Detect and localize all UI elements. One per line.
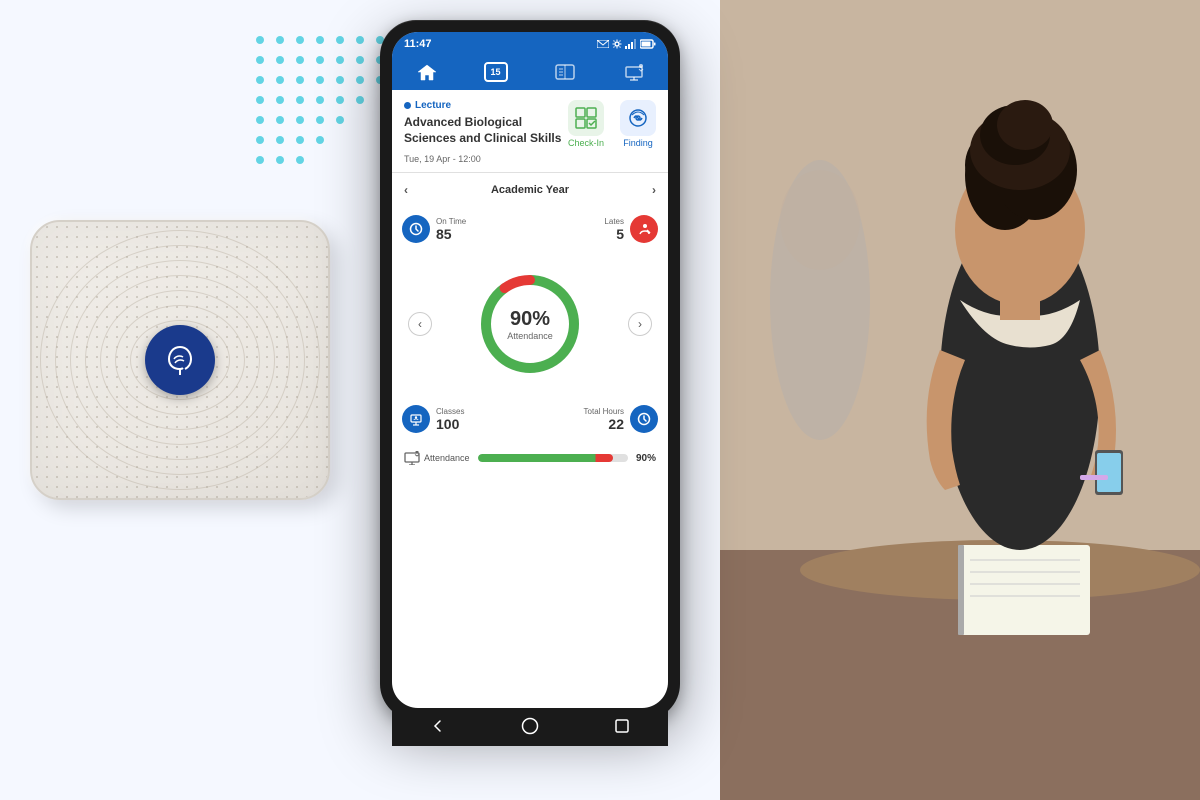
donut-prev[interactable]: ‹ — [408, 312, 432, 336]
on-time-label: On Time — [436, 217, 466, 226]
stat-on-time: On Time 85 — [392, 207, 529, 251]
lecture-title: Advanced Biological Sciences and Clinica… — [404, 115, 568, 146]
finding-icon-wrap — [620, 100, 656, 136]
recents-button[interactable] — [612, 716, 632, 736]
status-time: 11:47 — [404, 38, 432, 50]
donut-label: Attendance — [507, 331, 553, 341]
hours-icon — [630, 405, 658, 433]
donut-chart: 90% Attendance — [475, 269, 585, 379]
donut-percent: 90% — [507, 308, 553, 331]
calendar-badge: 15 — [484, 62, 508, 82]
hours-value: 22 — [584, 416, 624, 432]
progress-section: Attendance 90% — [392, 443, 668, 473]
on-time-icon — [402, 215, 430, 243]
stat-hours: Total Hours 22 — [531, 397, 668, 441]
stat-classes: Classes 100 — [392, 397, 529, 441]
home-button[interactable] — [520, 716, 540, 736]
progress-fill — [478, 454, 613, 462]
finding-button[interactable]: Finding — [620, 100, 656, 148]
phone-bottom-bar — [392, 708, 668, 746]
status-icons — [597, 39, 656, 49]
status-bar: 11:47 — [392, 32, 668, 54]
year-label: Academic Year — [491, 184, 569, 196]
lates-icon — [630, 215, 658, 243]
lates-value: 5 — [604, 226, 624, 242]
lates-label: Lates — [604, 217, 624, 226]
lecture-header: Lecture Advanced Biological Sciences and… — [392, 90, 668, 173]
progress-text: Attendance — [424, 453, 470, 463]
bottom-stats: Classes 100 Total Hours 22 — [392, 397, 668, 441]
classes-icon — [402, 405, 430, 433]
lecture-dot — [404, 102, 411, 109]
lecture-actions: Check-In — [568, 100, 656, 148]
phone-mockup: 11:47 — [380, 20, 680, 720]
stats-row: On Time 85 Lates 5 — [392, 207, 668, 251]
year-nav: ‹ Academic Year › — [392, 175, 668, 205]
nav-home[interactable] — [415, 62, 439, 82]
checkin-label: Check-In — [568, 138, 604, 148]
year-next[interactable]: › — [652, 183, 656, 197]
lecture-type-label: Lecture — [415, 100, 451, 111]
stat-lates: Lates 5 — [531, 207, 668, 251]
student-photo — [720, 0, 1200, 800]
year-prev[interactable]: ‹ — [404, 183, 408, 197]
lecture-date: Tue, 19 Apr - 12:00 — [404, 150, 568, 164]
classes-value: 100 — [436, 416, 464, 432]
classes-label: Classes — [436, 407, 464, 416]
nav-book[interactable] — [553, 62, 577, 82]
iot-device — [30, 220, 350, 520]
progress-bar — [478, 454, 628, 462]
lecture-type: Lecture — [404, 100, 568, 111]
donut-next[interactable]: › — [628, 312, 652, 336]
hours-label: Total Hours — [584, 407, 624, 416]
progress-label: Attendance — [404, 451, 470, 465]
background: 11:47 — [0, 0, 1200, 800]
on-time-value: 85 — [436, 226, 466, 242]
progress-percent: 90% — [636, 453, 656, 464]
donut-section: ‹ 90% Attendance — [392, 253, 668, 395]
nav-class[interactable] — [622, 62, 646, 82]
checkin-icon-wrap — [568, 100, 604, 136]
app-nav: 15 — [392, 54, 668, 90]
nav-calendar[interactable]: 15 — [484, 62, 508, 82]
device-logo — [145, 325, 215, 395]
finding-label: Finding — [623, 138, 653, 148]
back-button[interactable] — [428, 716, 448, 736]
checkin-button[interactable]: Check-In — [568, 100, 604, 148]
